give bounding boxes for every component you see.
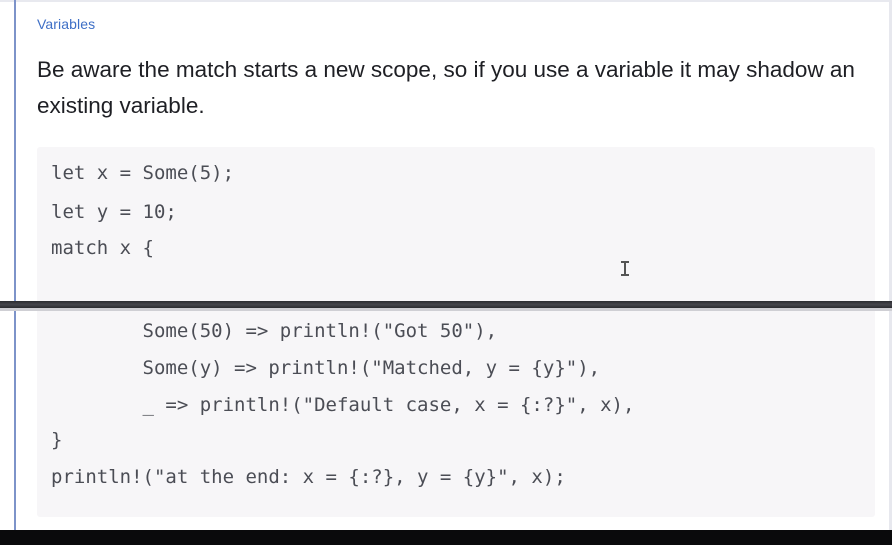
page: Variables Be aware the match starts a ne…: [0, 0, 892, 545]
code-line: println!("at the end: x = {:?}, y = {y}"…: [51, 466, 566, 488]
code-block[interactable]: let x = Some(5); let y = 10; match x { S…: [37, 147, 875, 517]
description-paragraph: Be aware the match starts a new scope, s…: [37, 57, 855, 118]
code-line: Some(50) => println!("Got 50"),: [51, 320, 498, 342]
code-line: let x = Some(5);: [51, 162, 235, 184]
top-divider: [0, 0, 892, 2]
code-line: let y = 10;: [51, 201, 177, 223]
code-line: }: [51, 429, 63, 451]
video-frame-seam: [0, 301, 892, 308]
code-line: _ => println!("Default case, x = {:?}", …: [51, 394, 635, 416]
seam-shadow: [0, 308, 892, 311]
i-beam-cursor-icon: [621, 260, 629, 276]
section-label[interactable]: Variables: [37, 16, 95, 32]
bottom-black-bar: [0, 530, 892, 545]
left-accent-rule: [14, 0, 16, 530]
code-line: match x {: [51, 237, 154, 259]
code-line: Some(y) => println!("Matched, y = {y}"),: [51, 357, 601, 379]
